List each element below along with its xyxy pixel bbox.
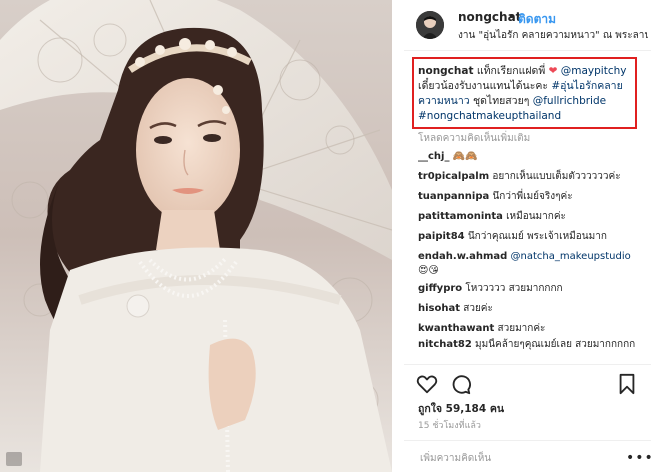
comment-mention[interactable]: @natcha_makeupstudio xyxy=(511,251,631,262)
comment-username[interactable]: hisohat xyxy=(418,303,460,314)
comment-item: hisohat สวยค่ะ xyxy=(418,302,640,316)
bookmark-icon[interactable] xyxy=(616,373,638,395)
post-timestamp: 15 ชั่วโมงที่แล้ว xyxy=(418,421,481,431)
comment-item: paipit84 นึกว่าคุณเมย์ พระเจ้าเหมือนมาก xyxy=(418,230,640,244)
heart-emoji: ❤ xyxy=(548,65,558,77)
comment-username[interactable]: giffypro xyxy=(418,283,462,294)
comment-item: tuanpannipa นึกว่าพี่เมย์จริงๆค่ะ xyxy=(418,190,640,204)
comment-username[interactable]: nitchat82 xyxy=(418,339,472,350)
more-options-icon[interactable]: ••• xyxy=(626,450,651,466)
caption-text-2: เดี๋ยวน้องรับงานแทนได้นะคะ xyxy=(418,80,552,92)
load-more-comments-link[interactable]: โหลดความคิดเห็นเพิ่มเติม xyxy=(418,131,530,146)
comment-text: นึกว่าพี่เมย์จริงๆค่ะ xyxy=(492,191,573,202)
post-photo-illustration xyxy=(0,0,392,472)
comment-item: __chj_ 🙈🙈 xyxy=(418,150,640,164)
caption-hashtag-2[interactable]: #nongchatmakeupthailand xyxy=(418,110,561,122)
comment-item: kwanthawant สวยมากค่ะ xyxy=(418,322,640,336)
comment-text: โหววววว สวยมากกกก xyxy=(465,283,563,294)
caption-text-3: ชุดไทยสวยๆ xyxy=(469,95,533,107)
heart-icon[interactable] xyxy=(416,373,438,395)
comment-username[interactable]: endah.w.ahmad xyxy=(418,251,507,262)
comment-bubble-icon[interactable] xyxy=(450,373,472,395)
avatar[interactable] xyxy=(416,11,444,39)
comment-text: มุมนี้คล้ายๆคุณเมย์เลย สวยมากกกกก xyxy=(475,339,636,350)
caption-mention-maypitchy[interactable]: @maypitchy xyxy=(561,65,627,77)
likes-count[interactable]: ถูกใจ 59,184 คน xyxy=(418,400,504,417)
post-location[interactable]: งาน "อุ่นไอรัก คลายความหนาว" ณ พระลาน... xyxy=(458,28,648,43)
caption-username[interactable]: nongchat xyxy=(418,65,473,77)
comment-item: nitchat82 มุมนี้คล้ายๆคุณเมย์เลย สวยมากก… xyxy=(418,338,640,364)
caption-mention-fullrichbride[interactable]: @fullrichbride xyxy=(533,95,606,107)
header-separator: • xyxy=(508,10,516,24)
comment-text: เหมือนมากค่ะ xyxy=(506,211,566,222)
post-sidebar: nongchat • ติดตาม งาน "อุ่นไอรัก คลายควา… xyxy=(404,0,651,472)
comment-username[interactable]: paipit84 xyxy=(418,231,465,242)
post-header: nongchat • ติดตาม งาน "อุ่นไอรัก คลายควา… xyxy=(404,0,651,51)
comment-text: นึกว่าคุณเมย์ พระเจ้าเหมือนมาก xyxy=(467,231,607,242)
avatar-image xyxy=(416,11,444,39)
follow-button[interactable]: ติดตาม xyxy=(518,10,556,29)
comment-item: patittamoninta เหมือนมากค่ะ xyxy=(418,210,640,224)
comment-text: อยากเห็นแบบเต็มตัววววววค่ะ xyxy=(492,171,621,182)
post-actions-bar xyxy=(404,364,651,399)
comment-item: giffypro โหววววว สวยมากกกก xyxy=(418,282,640,296)
add-comment-bar xyxy=(404,440,651,472)
comment-username[interactable]: tr0picalpalm xyxy=(418,171,489,182)
instagram-post-frame: nongchat • ติดตาม งาน "อุ่นไอรัก คลายควา… xyxy=(0,0,651,472)
comment-item: tr0picalpalm อยากเห็นแบบเต็มตัววววววค่ะ xyxy=(418,170,640,184)
comment-username[interactable]: kwanthawant xyxy=(418,323,494,334)
comment-username[interactable]: __chj_ xyxy=(418,151,449,162)
comment-text: สวยค่ะ xyxy=(463,303,493,314)
play-badge-icon xyxy=(6,452,22,466)
post-caption: nongchat แท็กเรียกแฝดพี่ ❤ @maypitchy เด… xyxy=(418,64,634,124)
comment-username[interactable]: tuanpannipa xyxy=(418,191,489,202)
comment-username[interactable]: patittamoninta xyxy=(418,211,503,222)
comment-text: สวยมากค่ะ xyxy=(497,323,546,334)
caption-text-1: แท็กเรียกแฝดพี่ xyxy=(473,65,549,77)
comment-text: 😍😘 xyxy=(418,265,439,276)
comment-text: 🙈🙈 xyxy=(452,151,478,162)
post-photo[interactable] xyxy=(0,0,392,472)
comment-input[interactable] xyxy=(418,448,622,468)
comment-item: endah.w.ahmad @natcha_makeupstudio 😍😘 xyxy=(418,250,640,278)
